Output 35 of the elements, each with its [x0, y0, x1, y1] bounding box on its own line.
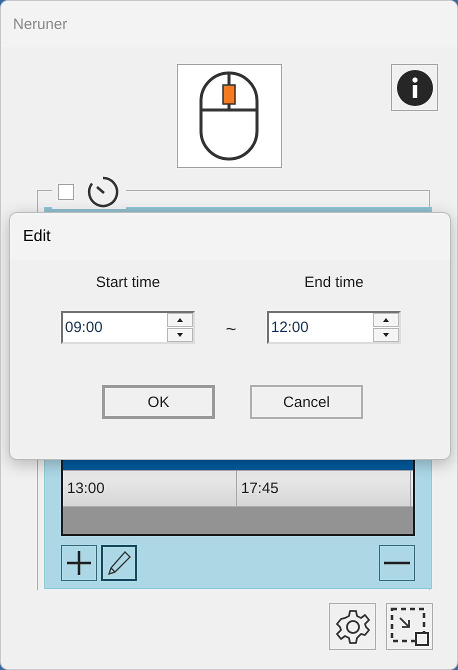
info-icon	[396, 70, 432, 106]
resize-button[interactable]	[386, 603, 433, 650]
dialog-title: Edit	[23, 228, 51, 246]
edit-button[interactable]	[101, 545, 137, 581]
checkbox[interactable]	[58, 184, 74, 200]
field-label: End time	[304, 274, 364, 291]
ok-button[interactable]: OK	[102, 385, 215, 419]
settings-button[interactable]	[329, 603, 376, 650]
down-arrow-icon	[383, 333, 389, 337]
remove-button[interactable]	[379, 545, 415, 581]
add-button[interactable]	[61, 545, 97, 581]
timer-icon	[86, 175, 120, 209]
spin-down-button[interactable]	[167, 328, 193, 342]
mouse-button[interactable]	[176, 64, 282, 168]
spin-up-button[interactable]	[373, 313, 399, 327]
table-row[interactable]: 13:00 17:45	[63, 471, 413, 507]
up-arrow-icon	[177, 318, 183, 322]
pencil-icon	[106, 550, 132, 576]
down-arrow-icon	[177, 333, 183, 337]
resize-icon	[390, 606, 430, 646]
spin-down-button[interactable]	[373, 328, 399, 342]
info-button[interactable]	[391, 64, 438, 111]
spin-up-button[interactable]	[167, 313, 193, 327]
table-cell: 17:45	[237, 471, 411, 506]
cancel-button[interactable]: Cancel	[250, 385, 363, 419]
minus-icon	[384, 561, 410, 565]
settings-icon	[334, 608, 370, 644]
range-separator: ~	[224, 319, 238, 341]
time-spinner[interactable]: 12:00	[267, 311, 401, 344]
window-title: Neruner	[13, 16, 68, 32]
plus-icon	[66, 550, 92, 576]
up-arrow-icon	[383, 318, 389, 322]
field-label: Start time	[96, 274, 160, 291]
table-cell: 13:00	[63, 471, 237, 506]
time-spinner[interactable]: 09:00	[61, 311, 195, 344]
